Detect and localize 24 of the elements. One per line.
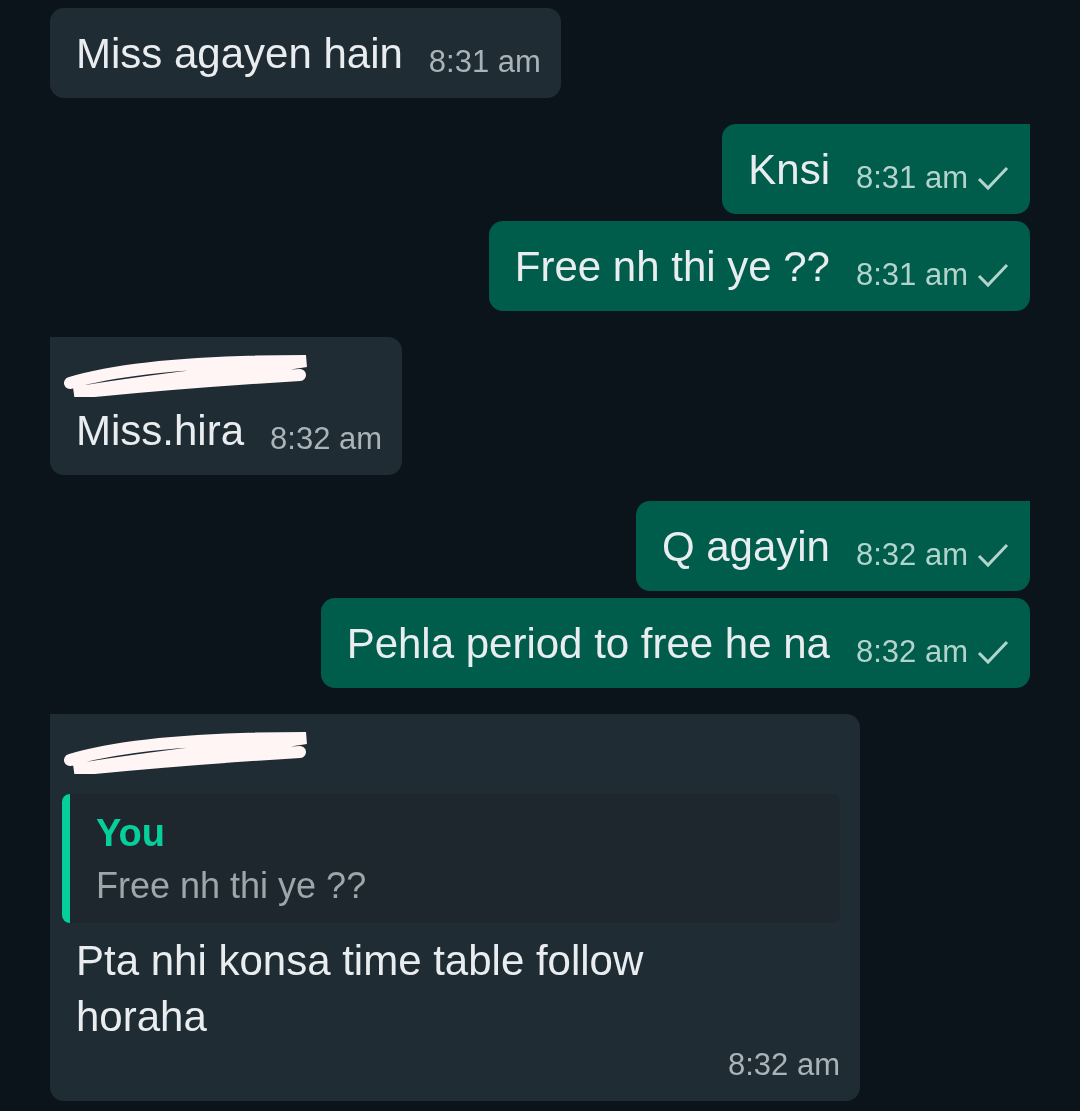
message-text: Q agayin [661,522,830,572]
message-time: 8:31 am [856,159,968,197]
message-text: Miss agayen hain [76,29,403,79]
incoming-message-bubble[interactable]: You Free nh thi ye ?? Pta nhi konsa time table follow horaha 8:32 am [50,714,860,1101]
outgoing-message-bubble[interactable]: Knsi 8:31 am [722,124,1030,214]
message-text: Pta nhi konsa time table follow horaha [76,936,645,1042]
quote-author: You [96,812,166,855]
message-time: 8:31 am [856,256,968,294]
message-text: Miss.hira [76,406,245,456]
message-time: 8:31 am [428,43,541,81]
message-text: Pehla period to free he na [346,619,830,669]
message-time: 8:32 am [856,633,968,671]
quoted-message[interactable]: You Free nh thi ye ?? [62,794,840,923]
message-text: Knsi [748,145,830,195]
message-text: Free nh thi ye ?? [514,242,830,292]
incoming-message-bubble[interactable]: Miss.hira 8:32 am [50,337,403,475]
outgoing-message-bubble[interactable]: Free nh thi ye ?? 8:31 am [488,221,1030,311]
message-time: 8:32 am [856,536,968,574]
message-time: 8:32 am [728,1046,840,1084]
message-time: 8:32 am [270,420,383,458]
outgoing-message-bubble[interactable]: Pehla period to free he na 8:32 am [320,598,1030,688]
quote-text: Free nh thi ye ?? [96,865,368,907]
outgoing-message-bubble[interactable]: Q agayin 8:32 am [635,501,1030,591]
incoming-message-bubble[interactable]: Miss agayen hain 8:31 am [50,8,561,98]
